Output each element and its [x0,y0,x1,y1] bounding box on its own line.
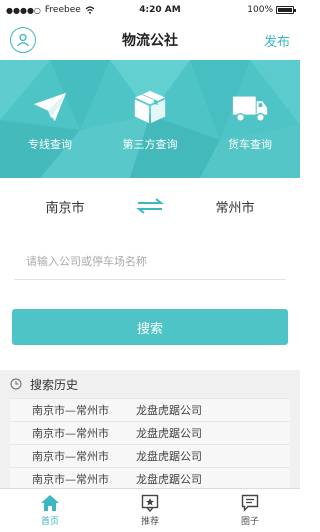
history-item[interactable]: 南京市—常州市 龙盘虎踞公司 [10,467,290,490]
battery-icon [276,6,296,14]
tab-label: 圈子 [240,517,259,527]
search-history: 搜索历史 南京市—常州市 龙盘虎踞公司 南京市—常州市 龙盘虎踞公司 南京市—常… [0,370,300,490]
signal-dots-icon: ●●●●○ [6,5,41,15]
query-entry-label: 专线查询 [28,138,72,151]
history-route: 南京市—常州市 [32,450,109,463]
recommend-icon [141,494,159,512]
tab-label: 首页 [40,517,59,527]
query-entry-label: 货车查询 [228,138,272,151]
query-entries: 专线查询 第三方查询 货车查询 [0,60,300,178]
package-box-icon [134,90,166,124]
tab-circle[interactable]: 圈子 [200,489,300,532]
user-icon [17,33,29,47]
to-city-selector[interactable]: 常州市 [170,197,300,216]
query-entry-label: 第三方查询 [122,138,178,151]
history-route: 南京市—常州市 [32,427,109,440]
circle-chat-icon [241,494,259,512]
bottom-tab-bar: 首页 推荐 圈子 [0,488,300,532]
carrier-group: ●●●●○ Freebee [6,5,116,15]
status-bar: ●●●●○ Freebee 4:20 AM 100% [0,0,300,20]
history-company: 龙盘虎踞公司 [136,427,202,440]
history-item[interactable]: 南京市—常州市 龙盘虎踞公司 [10,444,290,467]
query-entry-truck[interactable]: 货车查询 [200,60,300,178]
history-item[interactable]: 南京市—常州市 龙盘虎踞公司 [10,398,290,421]
navigation-bar: 物流公社 发布 [0,20,300,60]
page-title: 物流公社 [121,33,178,49]
history-item[interactable]: 南京市—常州市 龙盘虎踞公司 [10,421,290,444]
battery-percent: 100% [247,5,273,15]
truck-icon [232,96,268,122]
publish-button[interactable]: 发布 [264,31,290,50]
query-banner: 专线查询 第三方查询 货车查询 [0,60,300,178]
history-route: 南京市—常州市 [32,473,109,486]
swap-cities-button[interactable] [130,198,170,214]
query-entry-third-party[interactable]: 第三方查询 [100,60,200,178]
home-icon [41,495,59,511]
search-button[interactable]: 搜索 [12,309,288,345]
profile-button[interactable] [10,27,36,53]
from-city-selector[interactable]: 南京市 [0,197,130,216]
tab-recommend[interactable]: 推荐 [100,489,200,532]
search-history-header: 搜索历史 [0,370,300,398]
history-route: 南京市—常州市 [32,404,109,417]
swap-arrows-icon [136,198,164,214]
history-company: 龙盘虎踞公司 [136,450,202,463]
clock-icon [10,378,22,390]
query-entry-line[interactable]: 专线查询 [0,60,100,178]
wifi-icon [85,6,95,14]
company-search-input[interactable] [14,244,286,280]
search-history-title: 搜索历史 [30,377,79,392]
route-selector: 南京市 常州市 [0,178,300,234]
carrier-name: Freebee [44,5,81,15]
paper-plane-icon [33,92,67,122]
status-time: 4:20 AM [139,5,181,15]
tab-label: 推荐 [140,517,159,527]
history-company: 龙盘虎踞公司 [136,473,202,486]
tab-home[interactable]: 首页 [0,489,100,532]
history-company: 龙盘虎踞公司 [136,404,202,417]
battery-group: 100% [234,5,296,15]
